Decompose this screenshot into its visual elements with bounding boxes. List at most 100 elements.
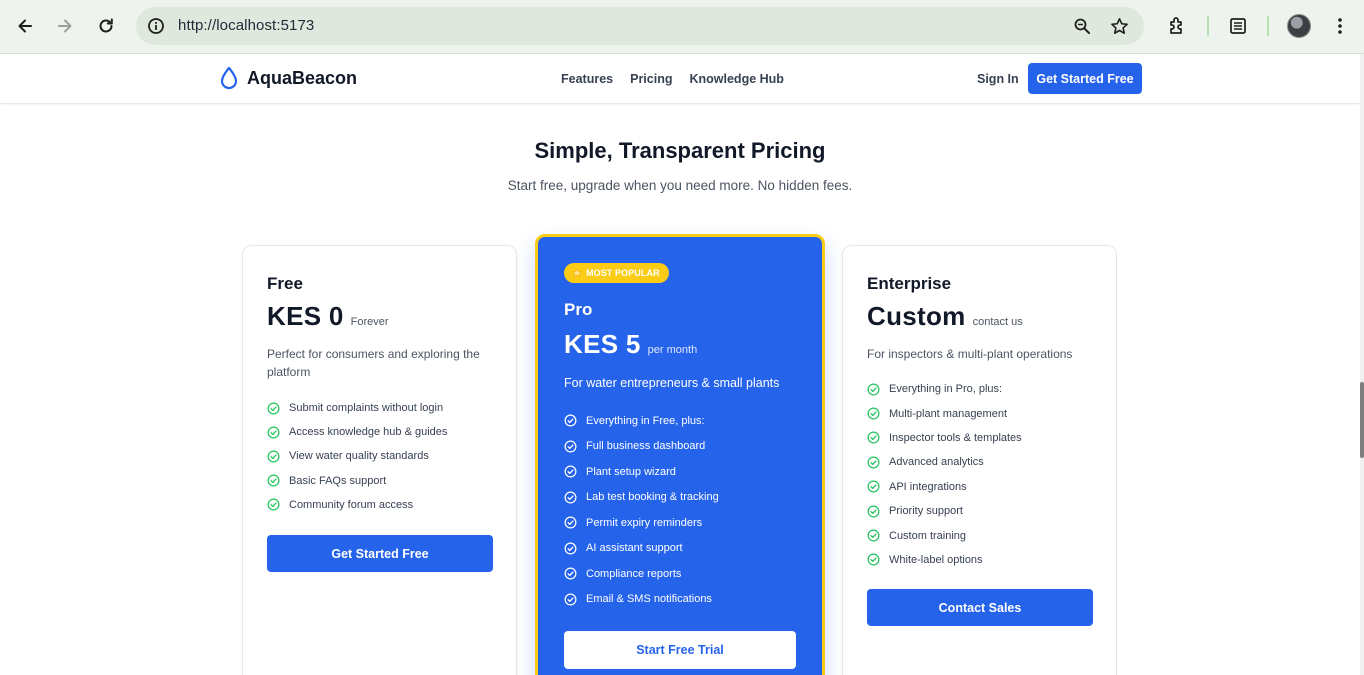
url-text[interactable]: http://localhost:5173	[178, 17, 314, 34]
plan-period: Forever	[350, 316, 389, 328]
reload-icon	[99, 18, 113, 33]
most-popular-badge: MOST POPULAR	[564, 263, 669, 283]
feature-text: Full business dashboard	[586, 440, 706, 453]
contact-sales-button[interactable]: Contact Sales	[867, 589, 1093, 626]
check-circle-icon	[564, 542, 577, 555]
site-header: AquaBeacon Features Pricing Knowledge Hu…	[0, 54, 1360, 104]
check-circle-icon	[564, 414, 577, 427]
feature-item: Permit expiry reminders	[564, 510, 719, 536]
check-circle-icon	[867, 505, 880, 518]
check-circle-icon	[564, 567, 577, 580]
reading-list-icon[interactable]	[1226, 14, 1250, 38]
feature-text: Community forum access	[289, 498, 414, 511]
pricing-title: Simple, Transparent Pricing	[534, 138, 826, 163]
arrow-right-icon	[58, 19, 72, 33]
plan-period: per month	[647, 344, 698, 356]
feature-text: Access knowledge hub & guides	[289, 426, 448, 439]
check-circle-icon	[267, 474, 280, 487]
bookmark-star-icon[interactable]	[1109, 16, 1129, 36]
start-free-trial-button[interactable]: Start Free Trial	[564, 631, 796, 669]
feature-item: Advanced analytics	[867, 450, 1022, 474]
feature-text: Multi-plant management	[889, 407, 1008, 420]
feature-text: Permit expiry reminders	[586, 516, 703, 529]
check-circle-icon	[267, 426, 280, 439]
feature-item: Custom training	[867, 523, 1022, 547]
check-circle-icon	[564, 516, 577, 529]
plan-card-enterprise: Enterprise Custom contact us For inspect…	[842, 245, 1117, 675]
feature-text: Everything in Pro, plus:	[889, 383, 1003, 396]
nav-link-pricing[interactable]: Pricing	[630, 72, 672, 86]
check-circle-icon	[867, 553, 880, 566]
feature-item: Compliance reports	[564, 561, 719, 587]
feature-text: Custom training	[889, 529, 967, 542]
toolbar-divider	[1267, 16, 1269, 36]
feature-item: AI assistant support	[564, 536, 719, 562]
nav-link-features[interactable]: Features	[561, 72, 613, 86]
toolbar-divider	[1207, 16, 1209, 36]
feature-item: White-label options	[867, 548, 1022, 572]
feature-text: Basic FAQs support	[289, 474, 387, 487]
feature-text: Priority support	[889, 505, 963, 518]
feature-item: Email & SMS notifications	[564, 587, 719, 613]
check-circle-icon	[267, 450, 280, 463]
check-circle-icon	[564, 440, 577, 453]
water-drop-icon	[220, 66, 238, 90]
brand-logo[interactable]: AquaBeacon	[219, 66, 357, 90]
page-scrollbar[interactable]	[1360, 54, 1364, 675]
feature-item: Everything in Free, plus:	[564, 408, 719, 434]
feature-item: Inspector tools & templates	[867, 426, 1022, 450]
feature-text: Lab test booking & tracking	[586, 491, 719, 504]
plan-description: For water entrepreneurs & small plants	[564, 376, 780, 390]
feature-text: Everything in Free, plus:	[586, 414, 705, 427]
address-bar[interactable]: http://localhost:5173	[136, 7, 1144, 45]
plan-name: Pro	[564, 300, 593, 319]
back-button[interactable]	[12, 13, 38, 39]
feature-item: Basic FAQs support	[267, 469, 447, 493]
feature-item: Lab test booking & tracking	[564, 485, 719, 511]
check-circle-icon	[564, 593, 577, 606]
star-icon	[572, 268, 582, 278]
price-row: KES 5 per month	[564, 329, 697, 360]
scrollbar-thumb[interactable]	[1360, 382, 1364, 458]
feature-item: Full business dashboard	[564, 434, 719, 460]
plan-name: Free	[267, 274, 303, 293]
feature-item: Plant setup wizard	[564, 459, 719, 485]
pricing-subtitle: Start free, upgrade when you need more. …	[507, 178, 853, 193]
forward-button[interactable]	[52, 13, 78, 39]
check-circle-icon	[867, 383, 880, 396]
browser-toolbar: http://localhost:5173	[0, 0, 1364, 54]
site-info-icon[interactable]	[146, 16, 166, 36]
feature-text: API integrations	[889, 480, 967, 493]
feature-text: Compliance reports	[586, 567, 682, 580]
arrow-left-icon	[18, 19, 32, 33]
profile-avatar[interactable]	[1287, 14, 1311, 38]
kebab-menu-icon[interactable]	[1328, 14, 1352, 38]
free-get-started-button[interactable]: Get Started Free	[267, 535, 493, 572]
feature-item: Community forum access	[267, 493, 447, 517]
sign-in-link[interactable]: Sign In	[977, 72, 1019, 86]
check-circle-icon	[867, 480, 880, 493]
feature-text: Email & SMS notifications	[586, 593, 712, 606]
plan-price: Custom	[867, 301, 966, 331]
check-circle-icon	[267, 498, 280, 511]
feature-text: White-label options	[889, 553, 983, 566]
brand-name: AquaBeacon	[247, 67, 358, 88]
nav-link-knowledge-hub[interactable]: Knowledge Hub	[689, 72, 783, 86]
feature-item: Priority support	[867, 499, 1022, 523]
plan-price: KES 0	[267, 301, 344, 331]
plan-name: Enterprise	[867, 274, 952, 293]
plan-card-free: Free KES 0 Forever Perfect for consumers…	[242, 245, 517, 675]
feature-list: Everything in Pro, plus: Multi-plant man…	[867, 377, 1022, 572]
feature-text: Plant setup wizard	[586, 465, 676, 478]
reload-button[interactable]	[93, 13, 119, 39]
price-row: Custom contact us	[867, 301, 1023, 332]
check-circle-icon	[564, 491, 577, 504]
zoom-icon[interactable]	[1072, 16, 1092, 36]
feature-item: View water quality standards	[267, 444, 447, 468]
plan-card-pro: MOST POPULAR Pro KES 5 per month For wat…	[535, 234, 825, 675]
feature-item: Submit complaints without login	[267, 396, 447, 420]
header-get-started-button[interactable]: Get Started Free	[1028, 63, 1142, 94]
feature-list: Everything in Free, plus: Full business …	[564, 408, 719, 612]
feature-text: View water quality standards	[289, 450, 429, 463]
extensions-icon[interactable]	[1165, 14, 1189, 38]
